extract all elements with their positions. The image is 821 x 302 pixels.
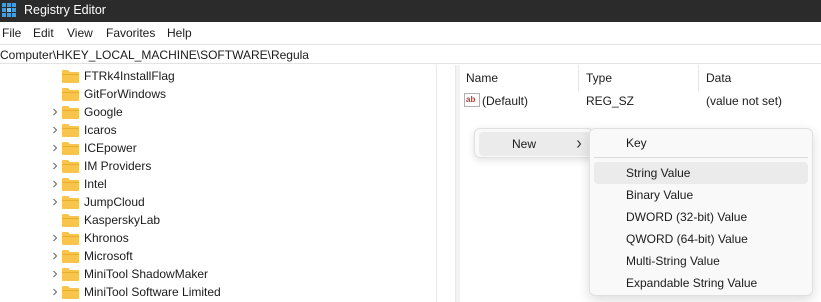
tree-item-label: ICEpower — [84, 141, 137, 155]
value-type: REG_SZ — [586, 94, 635, 108]
tree-item[interactable]: ICEpower — [0, 139, 430, 157]
folder-icon — [62, 70, 79, 83]
chevron-right-icon[interactable] — [51, 288, 59, 296]
submenu-item-label: Binary Value — [626, 188, 694, 202]
folder-icon — [62, 142, 79, 155]
svg-text:ab: ab — [466, 95, 475, 104]
chevron-right-icon[interactable] — [51, 234, 59, 242]
tree-item-label: JumpCloud — [84, 195, 145, 209]
submenu-key[interactable]: Key — [594, 132, 808, 154]
folder-icon — [62, 232, 79, 245]
column-header-name[interactable]: Name — [466, 71, 498, 85]
submenu-expandable-string-value[interactable]: Expandable String Value — [594, 272, 808, 294]
tree-item-label: GitForWindows — [84, 87, 167, 101]
tree-item[interactable]: JumpCloud — [0, 193, 430, 211]
column-header-data[interactable]: Data — [706, 71, 731, 85]
tree-item[interactable]: MiniTool Software Limited — [0, 283, 430, 301]
registry-editor-icon — [2, 3, 16, 17]
folder-icon — [62, 196, 79, 209]
submenu-item-label: Multi-String Value — [626, 254, 720, 268]
chevron-right-icon[interactable] — [51, 252, 59, 260]
folder-icon — [62, 250, 79, 263]
chevron-right-icon[interactable] — [51, 198, 59, 206]
string-value-icon: ab — [464, 93, 480, 107]
tree-item-label: MiniTool ShadowMaker — [84, 267, 209, 281]
chevron-right-icon[interactable] — [51, 144, 59, 152]
chevron-right-icon[interactable] — [51, 270, 59, 278]
value-name: (Default) — [482, 94, 529, 108]
context-menu-new[interactable]: New — [479, 132, 591, 156]
folder-icon — [62, 268, 79, 281]
tree-item-label: Intel — [84, 177, 107, 191]
tree-scrollbar[interactable] — [436, 65, 456, 302]
menu-edit[interactable]: Edit — [33, 26, 54, 41]
submenu-item-label: Key — [626, 136, 647, 150]
submenu-string-value[interactable]: String Value — [594, 162, 808, 184]
folder-icon — [62, 106, 79, 119]
chevron-right-icon — [577, 140, 582, 148]
column-divider[interactable] — [698, 65, 699, 91]
address-bar[interactable]: Computer\HKEY_LOCAL_MACHINE\SOFTWARE\Reg… — [0, 44, 821, 64]
chevron-right-icon[interactable] — [51, 108, 59, 116]
menu-bar: File Edit View Favorites Help — [0, 24, 821, 43]
tree-item-label: IM Providers — [84, 159, 152, 173]
column-header-type[interactable]: Type — [586, 71, 612, 85]
window-title: Registry Editor — [24, 3, 106, 17]
submenu-separator — [594, 157, 808, 158]
tree-item[interactable]: KasperskyLab — [0, 211, 430, 229]
tree-item-label: Khronos — [84, 231, 129, 245]
folder-icon — [62, 124, 79, 137]
submenu-item-label: DWORD (32-bit) Value — [626, 210, 748, 224]
value-data: (value not set) — [706, 94, 783, 108]
submenu-qword-value[interactable]: QWORD (64-bit) Value — [594, 228, 808, 250]
chevron-right-icon[interactable] — [51, 162, 59, 170]
context-menu-new-label: New — [512, 137, 537, 151]
key-tree[interactable]: FTRk4InstallFlag GitForWindows Google Ic… — [0, 65, 456, 302]
tree-item[interactable]: Microsoft — [0, 247, 430, 265]
menu-help[interactable]: Help — [167, 26, 192, 41]
chevron-right-icon[interactable] — [51, 180, 59, 188]
submenu-item-label: QWORD (64-bit) Value — [626, 232, 748, 246]
submenu-dword-value[interactable]: DWORD (32-bit) Value — [594, 206, 808, 228]
chevron-right-icon[interactable] — [51, 126, 59, 134]
tree-item[interactable]: Intel — [0, 175, 430, 193]
submenu-item-label: String Value — [626, 166, 691, 180]
folder-icon — [62, 178, 79, 191]
new-submenu: Key String Value Binary Value DWORD (32-… — [589, 128, 813, 296]
submenu-multi-string-value[interactable]: Multi-String Value — [594, 250, 808, 272]
folder-icon — [62, 160, 79, 173]
menu-view[interactable]: View — [67, 26, 93, 41]
address-path[interactable]: Computer\HKEY_LOCAL_MACHINE\SOFTWARE\Reg… — [0, 48, 309, 62]
submenu-binary-value[interactable]: Binary Value — [594, 184, 808, 206]
folder-icon — [62, 88, 79, 101]
title-bar: Registry Editor — [0, 0, 821, 22]
menu-file[interactable]: File — [2, 26, 21, 41]
column-divider[interactable] — [578, 65, 579, 91]
menu-favorites[interactable]: Favorites — [106, 26, 155, 41]
tree-item[interactable]: Khronos — [0, 229, 430, 247]
context-menu: New — [474, 128, 594, 158]
tree-item-label: Microsoft — [84, 249, 133, 263]
tree-item[interactable]: Icaros — [0, 121, 430, 139]
tree-item-label: KasperskyLab — [84, 213, 161, 227]
tree-item[interactable]: Google — [0, 103, 430, 121]
tree-item[interactable]: IM Providers — [0, 157, 430, 175]
value-row[interactable]: ab (Default) REG_SZ (value not set) — [460, 91, 821, 111]
submenu-item-label: Expandable String Value — [626, 276, 758, 290]
folder-icon — [62, 214, 79, 227]
folder-icon — [62, 286, 79, 299]
tree-item-label: Icaros — [84, 123, 117, 137]
tree-item[interactable]: FTRk4InstallFlag — [0, 67, 430, 85]
tree-item[interactable]: MiniTool ShadowMaker — [0, 265, 430, 283]
tree-item-label: FTRk4InstallFlag — [84, 69, 175, 83]
tree-item-label: Google — [84, 105, 123, 119]
tree-item[interactable]: GitForWindows — [0, 85, 430, 103]
tree-item-label: MiniTool Software Limited — [84, 285, 221, 299]
